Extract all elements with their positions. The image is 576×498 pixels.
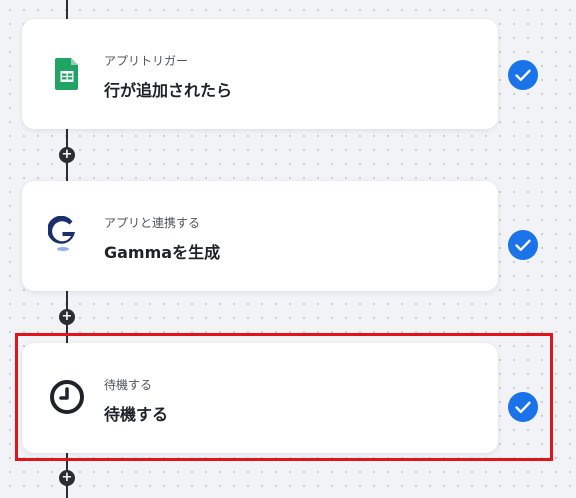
google-sheets-icon xyxy=(48,54,86,92)
flow-step-card-gamma[interactable]: アプリと連携する Gammaを生成 xyxy=(22,181,498,291)
step-completed-check-icon xyxy=(508,60,538,90)
add-step-button[interactable]: + xyxy=(59,470,75,486)
step-caption: アプリと連携する xyxy=(104,216,201,230)
flow-step-card-trigger[interactable]: アプリトリガー 行が追加されたら xyxy=(22,19,498,129)
step-title: 行が追加されたら xyxy=(104,81,233,100)
gamma-icon xyxy=(47,215,86,254)
step-title: Gammaを生成 xyxy=(104,243,221,262)
step-completed-check-icon xyxy=(508,230,538,260)
flow-connector-line xyxy=(66,0,68,20)
step-caption: アプリトリガー xyxy=(104,54,189,68)
selected-step-highlight xyxy=(15,333,553,461)
add-step-button[interactable]: + xyxy=(59,147,75,163)
add-step-button[interactable]: + xyxy=(59,309,75,325)
